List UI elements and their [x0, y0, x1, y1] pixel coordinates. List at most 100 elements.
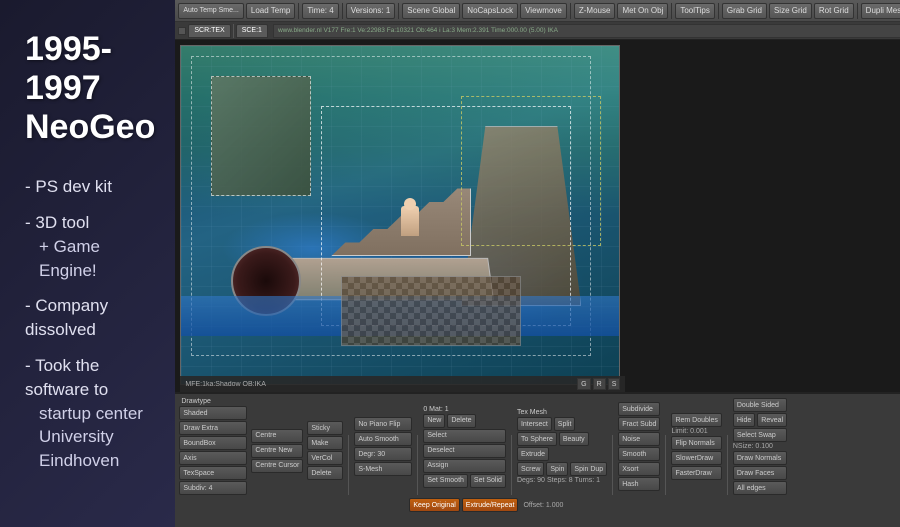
set-solid-btn[interactable]: Set Solid: [470, 474, 506, 488]
z-mouse-btn[interactable]: Z-Mouse: [574, 3, 616, 19]
set-smooth-btn[interactable]: Set Smooth: [423, 474, 468, 488]
spin-btn[interactable]: Spin: [546, 462, 568, 476]
intersect-btn[interactable]: Intersect: [517, 417, 552, 431]
scene-global-btn[interactable]: Scene Global: [402, 3, 460, 19]
mat-delete-btn[interactable]: Delete: [447, 414, 475, 428]
no-caps-btn[interactable]: NoCapsLock: [462, 3, 518, 19]
viewport-3d[interactable]: [180, 45, 620, 385]
mat-new-btn[interactable]: New: [423, 414, 445, 428]
rot-grid-btn[interactable]: Rot Grid: [814, 3, 854, 19]
flip-normals-btn[interactable]: Flip Normals: [671, 436, 721, 450]
tooltips-btn[interactable]: ToolTips: [675, 3, 715, 19]
centre-cursor-btn[interactable]: Centre Cursor: [251, 459, 303, 473]
s-mesh-btn[interactable]: S-Mesh: [354, 462, 412, 476]
keep-original-btn[interactable]: Keep Original: [409, 498, 459, 512]
time-btn[interactable]: Time: 4: [302, 3, 338, 19]
tex-space-btn[interactable]: TexSpace: [179, 466, 247, 480]
centre-new-btn[interactable]: Centre New: [251, 444, 303, 458]
draw-faces-btn[interactable]: Draw Faces: [733, 466, 787, 480]
slower-draw-btn[interactable]: SlowerDraw: [671, 451, 721, 465]
tex-mesh-section: Tex Mesh Intersect Split To Sphere Beaut…: [517, 409, 607, 484]
hash-btn[interactable]: Hash: [618, 477, 660, 491]
cobblestone: [341, 276, 521, 346]
deg-30-btn[interactable]: Degr: 30: [354, 447, 412, 461]
make-btn[interactable]: Make: [307, 436, 343, 450]
mat-deselect-btn[interactable]: Deselect: [423, 444, 506, 458]
limit-label: Limit: 0.001: [671, 428, 721, 435]
bullet-2: - 3D tool + Game Engine!: [25, 205, 155, 288]
grab-grid-btn[interactable]: Grab Grid: [722, 3, 767, 19]
no-piano-flip-btn[interactable]: No Piano Flip: [354, 417, 412, 431]
drawtype-label: Drawtype: [179, 398, 247, 405]
section-divider-2: [417, 435, 418, 495]
nsize-label: NSize: 0.100: [733, 443, 787, 450]
to-sphere-btn[interactable]: To Sphere: [517, 432, 557, 446]
smooth-btn[interactable]: Smooth: [618, 447, 660, 461]
section-divider-6: [727, 435, 728, 495]
reveal-btn[interactable]: Reveal: [757, 413, 787, 427]
viewmove-btn[interactable]: Viewmove: [520, 3, 567, 19]
viewport-status-bar: MFE:1ka:Shadow OB:IKA G R S: [180, 376, 625, 392]
mat-assign-btn[interactable]: Assign: [423, 459, 506, 473]
all-edges-btn[interactable]: All edges: [733, 481, 787, 495]
met-ob-btn[interactable]: Met On Obj: [617, 3, 668, 19]
subdiv-btn[interactable]: Subdiv: 4: [179, 481, 247, 495]
shaded-btn[interactable]: Shaded: [179, 406, 247, 420]
versions-btn[interactable]: Versions: 1: [346, 3, 396, 19]
size-grid-btn[interactable]: Size Grid: [769, 3, 812, 19]
draw-extra-btn[interactable]: Draw Extra: [179, 421, 247, 435]
section-divider-3: [511, 435, 512, 495]
beauty-btn[interactable]: Beauty: [559, 432, 589, 446]
auto-smooth-btn[interactable]: Auto Smooth: [354, 432, 412, 446]
sticky-btn[interactable]: Sticky: [307, 421, 343, 435]
blender-bottom-panel: Drawtype Shaded Draw Extra BoundBox Axis…: [175, 392, 900, 527]
hide-btn[interactable]: Hide: [733, 413, 755, 427]
blender-main-area: Bloc RotC RotY dRot Size dSiz SizX SizY …: [175, 40, 900, 392]
grab-btn[interactable]: G: [577, 378, 590, 390]
bottom-row-1: Drawtype Shaded Draw Extra BoundBox Axis…: [179, 398, 900, 495]
extrude-repeat-btn[interactable]: Extrude/Repeat: [462, 498, 519, 512]
screen-tab[interactable]: SCR:TEX: [188, 24, 230, 38]
sep-4: [570, 3, 571, 19]
view-widget[interactable]: [178, 27, 186, 35]
select-swap-btn[interactable]: Select Swap: [733, 428, 787, 442]
centre-btn[interactable]: Centre: [251, 429, 303, 443]
auto-temp-btn[interactable]: Auto Temp Sme...: [178, 3, 244, 19]
bullet-3: - Company dissolved: [25, 288, 155, 348]
section-divider-4: [612, 435, 613, 495]
draw-normals-btn[interactable]: Draw Normals: [733, 451, 787, 465]
steps-label: Steps: 8: [547, 477, 573, 484]
extrude-btn[interactable]: Extrude: [517, 447, 549, 461]
spin-dup-btn[interactable]: Spin Dup: [570, 462, 607, 476]
fract-subd-btn[interactable]: Fract Subd: [618, 417, 660, 431]
drawtype-col: Drawtype Shaded Draw Extra BoundBox Axis…: [179, 398, 247, 495]
faster-draw-btn[interactable]: FasterDraw: [671, 466, 721, 480]
mat-select-btn[interactable]: Select: [423, 429, 506, 443]
split-btn[interactable]: Split: [554, 417, 576, 431]
section-divider-1: [348, 435, 349, 495]
xsort-btn[interactable]: Xsort: [618, 462, 660, 476]
scale-btn[interactable]: S: [608, 378, 621, 390]
display-section: Double Sided Hide Reveal Select Swap NSi…: [733, 398, 787, 495]
url-bar[interactable]: www.blender.nl V177 Fre:1 Ve:22983 Fa:10…: [278, 27, 558, 34]
rot-btn[interactable]: R: [593, 378, 606, 390]
scene-tab[interactable]: SCE:1: [236, 24, 268, 38]
noise-btn[interactable]: Noise: [618, 432, 660, 446]
vercol-btn[interactable]: VerCol: [307, 451, 343, 465]
normals-section: Rem Doubles Limit: 0.001 Flip Normals Sl…: [671, 413, 721, 480]
mat-count: 0 Mat: 1: [423, 406, 448, 413]
degs-label: Degs: 90: [517, 477, 545, 484]
rem-doubles-btn[interactable]: Rem Doubles: [671, 413, 721, 427]
sep-5: [671, 3, 672, 19]
blender-top-bar[interactable]: Auto Temp Sme... Load Temp Time: 4 Versi…: [175, 0, 900, 22]
load-temp-btn[interactable]: Load Temp: [246, 3, 295, 19]
axis-btn[interactable]: Axis: [179, 451, 247, 465]
dupli-mesh-btn[interactable]: Dupli Mesh: [861, 3, 900, 19]
double-sided-btn[interactable]: Double Sided: [733, 398, 787, 412]
boundbox-btn[interactable]: BoundBox: [179, 436, 247, 450]
delete-btn[interactable]: Delete: [307, 466, 343, 480]
sep-7: [857, 3, 858, 19]
subdivide-btn[interactable]: Subdivide: [618, 402, 660, 416]
bullet-1: - PS dev kit: [25, 169, 155, 205]
screw-btn[interactable]: Screw: [517, 462, 544, 476]
